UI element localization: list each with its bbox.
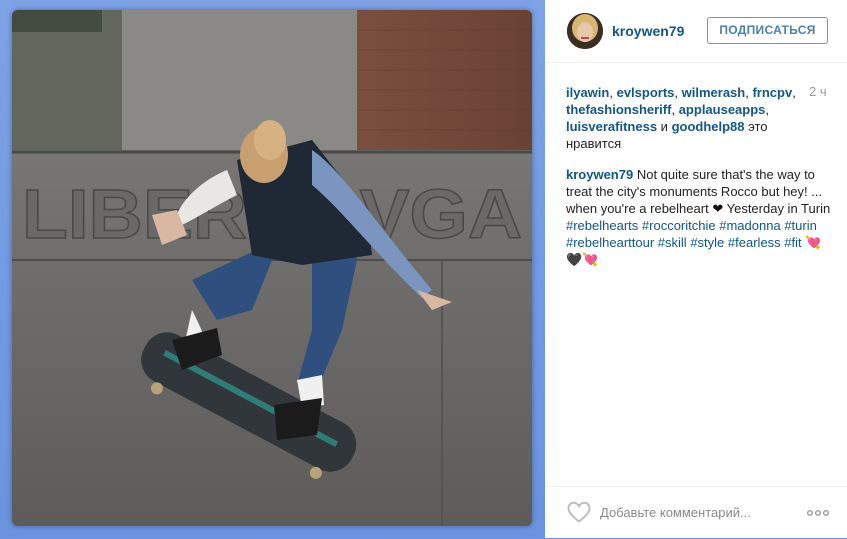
likes-and-word: и (660, 119, 668, 134)
likes-list: ilyawin, evlsports, wilmerash, frncpv, t… (566, 85, 796, 151)
hashtag-link[interactable]: #fit (784, 235, 801, 250)
hashtag-link[interactable]: #turin (784, 218, 817, 233)
heart-outline-icon[interactable] (566, 500, 592, 524)
hashtag-link[interactable]: #roccoritchie (642, 218, 716, 233)
hashtag-link[interactable]: #rebelhearttour (566, 235, 654, 250)
hashtag-link[interactable]: #style (690, 235, 724, 250)
avatar-image (567, 13, 603, 49)
caption-author-link[interactable]: kroywen79 (566, 167, 633, 182)
post-photo-image: LIBERTA VGA (12, 10, 532, 526)
liker-link[interactable]: goodhelp88 (672, 119, 745, 134)
liker-link[interactable]: frncpv (752, 85, 792, 100)
liker-link[interactable]: luisverafitness (566, 119, 657, 134)
liker-link[interactable]: thefashionsheriff (566, 102, 671, 117)
hashtag-link[interactable]: #rebelhearts (566, 218, 638, 233)
hashtag-link[interactable]: #skill (658, 235, 687, 250)
comment-input[interactable] (600, 501, 805, 523)
post-caption: kroywen79 Not quite sure that's the way … (566, 166, 831, 268)
more-options-icon[interactable] (807, 509, 829, 517)
avatar[interactable] (567, 13, 603, 49)
follow-button[interactable]: ПОДПИСАТЬСЯ (707, 17, 828, 44)
hashtag-link[interactable]: #fearless (728, 235, 781, 250)
caption-text-after: Yesterday in Turin (726, 201, 831, 216)
username-link[interactable]: kroywen79 (612, 23, 684, 39)
liker-link[interactable]: wilmerash (682, 85, 746, 100)
liker-link[interactable]: evlsports (617, 85, 675, 100)
photo-panel: LIBERTA VGA (0, 0, 545, 538)
liker-link[interactable]: ilyawin (566, 85, 609, 100)
hashtag-link[interactable]: #madonna (719, 218, 780, 233)
caption-heart: ❤ (712, 201, 724, 216)
post-sidebar: kroywen79 ПОДПИСАТЬСЯ ilyawin, evlsports… (545, 0, 847, 538)
liker-link[interactable]: applauseapps (679, 102, 766, 117)
post-timestamp[interactable]: 2 ч (809, 84, 827, 99)
post-photo[interactable]: LIBERTA VGA (12, 10, 532, 526)
post-footer (545, 486, 847, 539)
post-header: kroywen79 ПОДПИСАТЬСЯ (545, 0, 847, 63)
